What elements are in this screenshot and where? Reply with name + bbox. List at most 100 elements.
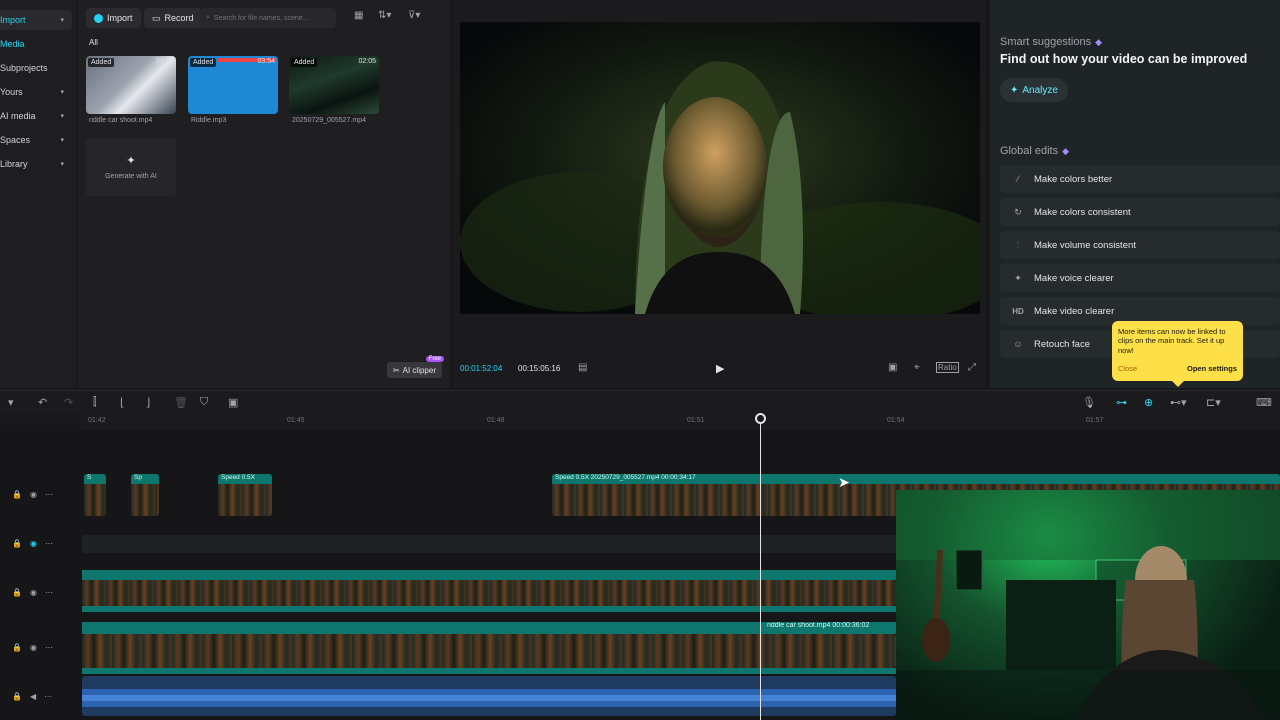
video-preview[interactable] <box>460 22 980 314</box>
left-nav: Import ▾ Media Subprojects Yours ▾ AI medi… <box>0 0 76 388</box>
tick-label: 01:57 <box>1086 417 1104 424</box>
split-left-icon[interactable]: ⌊ <box>120 396 124 409</box>
shield-icon[interactable]: ⛉ <box>200 396 208 409</box>
track-header-video-3: 🔒 ◉ ⋯ <box>0 588 80 597</box>
timeline-clip[interactable] <box>82 580 896 606</box>
sparkle-icon: ✦ <box>1014 272 1022 283</box>
free-badge: Free <box>425 356 444 362</box>
sparkle-icon: ✦ <box>126 155 136 167</box>
mouse-cursor-icon: ➤ <box>838 474 850 490</box>
current-time: 00:01:52:04 <box>460 364 503 373</box>
nav-item-yours[interactable]: Yours ▾ <box>0 82 72 102</box>
record-icon: ▭ <box>152 12 161 23</box>
media-thumb-audio[interactable]: Added 03:54 <box>188 56 278 114</box>
lock-icon[interactable]: 🔒 <box>12 692 22 701</box>
nav-item-media[interactable]: Media <box>0 34 72 54</box>
tooltip-close-button[interactable]: Close <box>1118 364 1137 373</box>
sparkle-icon: ✦ <box>1010 84 1019 96</box>
analyze-button[interactable]: ✦ Analyze <box>1000 78 1068 102</box>
ai-clipper-button[interactable]: ✂ AI clipper Free <box>386 356 444 378</box>
eye-icon[interactable]: ◉ <box>30 588 37 597</box>
frame-icon[interactable]: ▤ <box>578 362 587 373</box>
media-thumb-video-2[interactable]: Added 02:05 <box>289 56 379 114</box>
magnet-icon[interactable]: ⊕ <box>1144 396 1153 409</box>
track-header-video-1: 🔒 ◉ ⋯ <box>0 490 80 499</box>
split-icon[interactable]: ⫿ <box>93 396 97 409</box>
caption-icon[interactable]: ▣ <box>228 396 238 409</box>
link-clips-tooltip: More items can now be linked to clips on… <box>1112 321 1243 387</box>
timeline-clip[interactable]: Sp <box>131 474 159 516</box>
nav-item-library[interactable]: Library ▾ <box>0 154 72 174</box>
more-icon[interactable]: ⋯ <box>44 692 52 701</box>
more-icon[interactable]: ⋯ <box>45 588 53 597</box>
filter-icon[interactable]: ⊽▾ <box>408 10 420 21</box>
chevron-down-icon[interactable]: ▾ <box>8 396 14 409</box>
grid-view-icon[interactable]: ▦ <box>354 10 363 21</box>
make-voice-clearer-button[interactable]: ✦ Make voice clearer <box>1000 264 1280 292</box>
wand-icon: ⁄ <box>1017 174 1019 184</box>
timeline-ruler[interactable]: 01:42 01:45 01:48 01:51 01:54 01:57 <box>80 414 1280 430</box>
smart-suggestions-header: Smart suggestions ◆ <box>1000 36 1103 48</box>
playhead-handle[interactable] <box>755 413 766 424</box>
make-colors-better-button[interactable]: ⁄ Make colors better <box>1000 165 1280 193</box>
global-edits-header: Global edits ◆ <box>1000 145 1070 157</box>
speaker-icon[interactable]: ◀ <box>30 692 36 701</box>
media-thumb-video-1[interactable]: Added 20:19 <box>86 56 176 114</box>
undo-icon[interactable]: ↶ <box>38 396 47 409</box>
make-volume-consistent-button[interactable]: ⫶ Make volume consistent <box>1000 231 1280 259</box>
expand-icon[interactable]: ⤢ <box>968 362 976 373</box>
import-button[interactable]: Import <box>86 8 141 28</box>
link-icon[interactable]: ⊶ <box>1116 396 1127 409</box>
nav-item-spaces[interactable]: Spaces ▾ <box>0 130 72 150</box>
delete-icon[interactable]: 🗑 <box>174 396 188 409</box>
media-name: 20250729_005527.mp4 <box>292 117 366 124</box>
timeline-clip[interactable]: S <box>84 474 106 516</box>
timeline-clip[interactable]: Speed 0.5X <box>218 474 272 516</box>
play-button[interactable]: ▶ <box>716 362 724 375</box>
chain-icon[interactable]: ⊷▾ <box>1170 396 1187 409</box>
eye-icon[interactable]: ◉ <box>30 643 37 652</box>
timeline-track-strip[interactable] <box>82 535 896 553</box>
search-input[interactable]: ⌕ Search for file names, scene... <box>200 8 336 28</box>
webcam-image <box>896 490 1280 720</box>
refresh-icon: ↻ <box>1014 206 1022 217</box>
main-clip-label: riddle car shoot.mp4 00:00:36:02 <box>767 622 870 629</box>
lock-icon[interactable]: 🔒 <box>12 539 22 548</box>
playhead-line[interactable] <box>760 414 761 720</box>
sliders-icon: ⫶ <box>1016 239 1020 250</box>
make-colors-consistent-button[interactable]: ↻ Make colors consistent <box>1000 198 1280 226</box>
keyboard-icon[interactable]: ⌨ <box>1256 396 1272 409</box>
nav-item-subprojects[interactable]: Subprojects <box>0 58 72 78</box>
microphone-icon[interactable]: 🎙 <box>1082 396 1096 409</box>
lock-icon[interactable]: 🔒 <box>12 643 22 652</box>
focus-icon[interactable]: ⌖ <box>914 362 920 373</box>
sort-icon[interactable]: ⇅▾ <box>378 10 391 21</box>
scissors-icon: ✂ <box>392 365 400 375</box>
redo-icon[interactable]: ↷ <box>64 396 73 409</box>
main-track-clip[interactable] <box>82 634 896 668</box>
eye-icon[interactable]: ◉ <box>30 490 37 499</box>
audio-clip[interactable] <box>82 676 896 716</box>
media-name: riddle car shoot.mp4 <box>89 117 153 124</box>
record-button[interactable]: ▭ Record <box>144 8 202 28</box>
lock-icon[interactable]: 🔒 <box>12 490 22 499</box>
generate-with-ai-tile[interactable]: ✦ Generate with AI <box>86 138 176 196</box>
hd-icon: HD <box>1012 306 1024 316</box>
open-settings-button[interactable]: Open settings <box>1187 364 1237 373</box>
tick-label: 01:48 <box>487 417 505 424</box>
eye-icon[interactable]: ◉ <box>30 539 37 548</box>
more-icon[interactable]: ⋯ <box>45 490 53 499</box>
lock-icon[interactable]: 🔒 <box>12 588 22 597</box>
nav-item-import[interactable]: Import ▾ <box>0 10 72 30</box>
nav-item-ai-media[interactable]: AI media ▾ <box>0 106 72 126</box>
gem-icon: ◆ <box>1062 146 1070 156</box>
fullscreen-view-icon[interactable]: ▣ <box>888 362 897 373</box>
more-icon[interactable]: ⋯ <box>45 539 53 548</box>
split-right-icon[interactable]: ⌋ <box>146 396 150 409</box>
tick-label: 01:54 <box>887 417 905 424</box>
audio-waveform <box>82 689 896 707</box>
more-icon[interactable]: ⋯ <box>45 643 53 652</box>
preview-axis-icon[interactable]: ⊏▾ <box>1206 396 1221 409</box>
ratio-button[interactable]: Ratio <box>936 362 959 373</box>
chevron-down-icon: ▾ <box>60 113 64 120</box>
